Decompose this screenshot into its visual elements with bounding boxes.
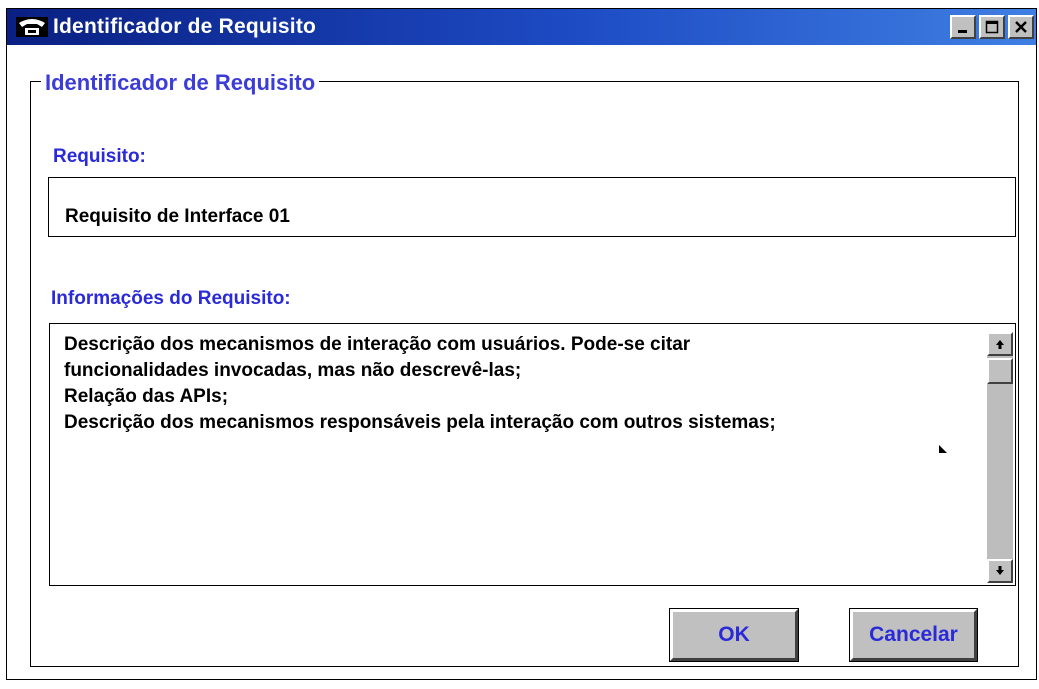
- text-line: funcionalidades invocadas, mas não descr…: [64, 360, 522, 381]
- arrow-down-icon: [996, 566, 1004, 575]
- close-icon: [1015, 21, 1027, 33]
- maximize-button[interactable]: [979, 15, 1005, 39]
- text-line: Descrição dos mecanismos responsáveis pe…: [64, 412, 776, 433]
- vertical-scrollbar[interactable]: [987, 332, 1013, 583]
- informacoes-textarea[interactable]: Descrição dos mecanismos de interação co…: [49, 323, 1016, 586]
- cancel-button[interactable]: Cancelar: [849, 608, 978, 662]
- informacoes-label: Informações do Requisito:: [51, 288, 291, 309]
- arrow-up-icon: [996, 340, 1004, 349]
- ok-button[interactable]: OK: [669, 608, 799, 662]
- close-button[interactable]: [1008, 15, 1034, 39]
- minimize-icon: [958, 30, 967, 33]
- telephone-icon: [16, 17, 48, 37]
- text-line: Relação das APIs;: [64, 386, 229, 407]
- maximize-icon: [985, 20, 999, 34]
- requisito-field[interactable]: Requisito de Interface 01: [48, 177, 1016, 237]
- dialog-window: Identificador de Requisito Identificador…: [6, 8, 1037, 680]
- minimize-button[interactable]: [950, 15, 976, 39]
- mouse-cursor-icon: [939, 445, 947, 453]
- scroll-down-button[interactable]: [987, 559, 1013, 583]
- scroll-thumb[interactable]: [987, 358, 1013, 384]
- window-title: Identificador de Requisito: [53, 15, 317, 38]
- scroll-up-button[interactable]: [987, 332, 1013, 356]
- title-bar[interactable]: Identificador de Requisito: [7, 9, 1036, 45]
- requisito-value: Requisito de Interface 01: [65, 206, 290, 227]
- informacoes-text: Descrição dos mecanismos de interação co…: [64, 332, 969, 436]
- group-title: Identificador de Requisito: [41, 70, 320, 96]
- requisito-label: Requisito:: [53, 146, 146, 167]
- text-line: Descrição dos mecanismos de interação co…: [64, 334, 691, 355]
